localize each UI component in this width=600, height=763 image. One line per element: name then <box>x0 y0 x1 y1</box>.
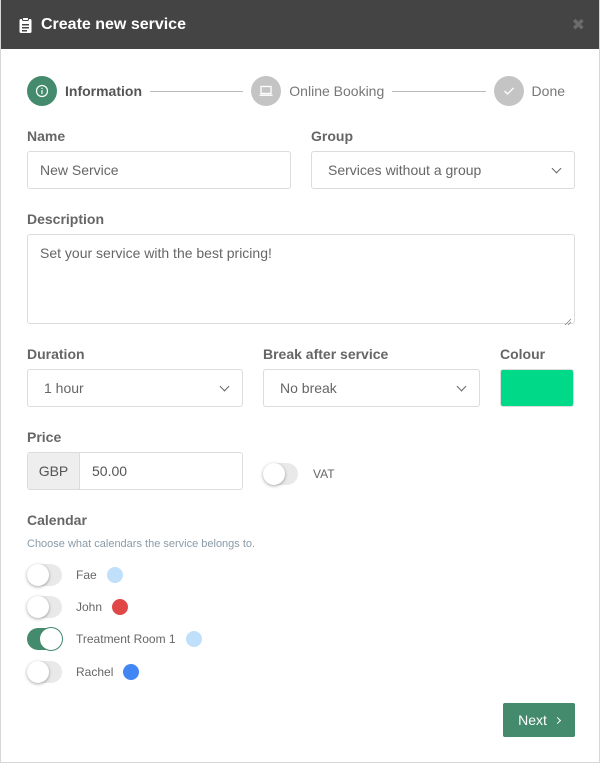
toggle-knob <box>27 564 49 586</box>
clipboard-icon <box>19 16 32 33</box>
name-label: Name <box>27 128 66 144</box>
modal-title: Create new service <box>41 15 186 33</box>
calendar-name: Treatment Room 1 <box>76 632 176 646</box>
calendar-item: Fae <box>27 564 123 586</box>
price-input[interactable]: 50.00 <box>80 453 242 489</box>
calendar-hint: Choose what calendars the service belong… <box>27 538 256 550</box>
description-value: Set your service with the best pricing! <box>40 245 272 261</box>
name-input[interactable]: New Service <box>27 151 291 189</box>
calendar-color-dot <box>106 567 123 583</box>
calendar-toggle-rachel[interactable] <box>27 661 62 683</box>
calendar-name: John <box>76 600 103 614</box>
info-icon <box>27 76 57 106</box>
duration-value: 1 hour <box>44 380 84 396</box>
toggle-knob <box>40 628 62 650</box>
toggle-knob <box>27 596 49 618</box>
step-label: Done <box>531 83 566 99</box>
step-online-booking: Online Booking <box>251 76 384 106</box>
calendar-item: Treatment Room 1 <box>27 628 202 650</box>
price-input-group: GBP 50.00 <box>27 452 243 490</box>
laptop-icon <box>251 76 282 106</box>
calendar-name: Rachel <box>76 665 114 679</box>
chevron-down-icon <box>219 381 230 391</box>
step-label: Information <box>65 83 142 99</box>
step-connector <box>150 90 244 92</box>
calendar-toggle-treatment-room-1[interactable] <box>27 628 62 650</box>
calendar-name: Fae <box>76 568 97 582</box>
group-label: Group <box>311 128 353 144</box>
close-icon[interactable]: ✖ <box>572 15 585 35</box>
duration-label: Duration <box>27 346 85 362</box>
calendar-label: Calendar <box>27 512 87 528</box>
step-connector <box>392 90 486 92</box>
colour-label: Colour <box>500 346 546 362</box>
step-label: Online Booking <box>289 83 385 99</box>
colour-picker[interactable] <box>500 369 574 407</box>
break-label: Break after service <box>263 346 389 362</box>
duration-select[interactable]: 1 hour <box>27 369 243 407</box>
description-label: Description <box>27 211 105 227</box>
resize-handle-icon[interactable] <box>564 313 572 326</box>
vat-label: VAT <box>313 467 335 481</box>
toggle-knob <box>27 661 49 683</box>
name-value: New Service <box>40 162 119 178</box>
currency-prefix: GBP <box>28 453 80 489</box>
calendar-item: John <box>27 596 129 618</box>
price-label: Price <box>27 429 62 445</box>
description-textarea[interactable]: Set your service with the best pricing! <box>27 234 575 326</box>
chevron-down-icon <box>456 381 467 391</box>
vat-toggle[interactable] <box>263 463 298 485</box>
toggle-knob <box>263 463 285 485</box>
chevron-down-icon <box>551 163 562 173</box>
step-done: Done <box>493 76 566 106</box>
step-information: Information <box>27 76 142 106</box>
calendar-color-dot <box>112 599 129 615</box>
chevron-right-icon <box>553 716 561 724</box>
next-label: Next <box>518 712 547 728</box>
group-value: Services without a group <box>328 162 482 178</box>
calendar-toggle-john[interactable] <box>27 596 62 618</box>
calendar-color-dot <box>185 631 202 647</box>
check-icon <box>493 76 524 106</box>
next-button[interactable]: Next <box>503 703 575 737</box>
calendar-toggle-fae[interactable] <box>27 564 62 586</box>
break-value: No break <box>280 380 337 396</box>
create-service-modal: Create new service ✖ Information Online … <box>0 0 600 763</box>
calendar-color-dot <box>123 664 140 680</box>
group-select[interactable]: Services without a group <box>311 151 575 189</box>
price-value: 50.00 <box>92 463 128 479</box>
stepper: Information Online Booking Done <box>27 76 565 106</box>
calendar-item: Rachel <box>27 661 140 683</box>
break-select[interactable]: No break <box>263 369 480 407</box>
modal-header: Create new service ✖ <box>1 0 599 49</box>
